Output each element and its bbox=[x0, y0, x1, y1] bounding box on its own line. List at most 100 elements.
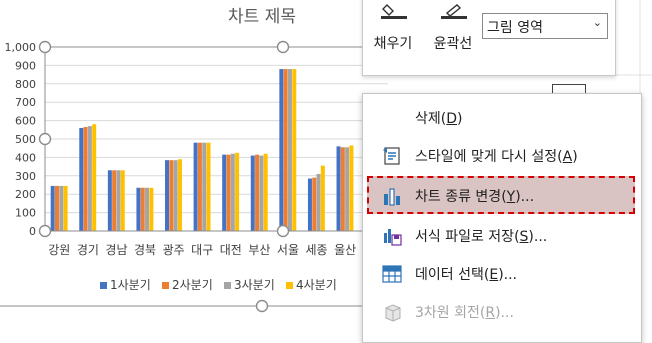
bar-1사분기 bbox=[107, 170, 112, 231]
resize-handle[interactable] bbox=[276, 224, 290, 238]
x-tick-label: 부산 bbox=[248, 243, 270, 257]
x-tick-label: 광주 bbox=[163, 243, 185, 257]
bar-1사분기 bbox=[307, 178, 312, 231]
bar-2사분기 bbox=[226, 154, 231, 231]
y-tick-label: 0 bbox=[29, 225, 36, 238]
x-tick-label: 서울 bbox=[277, 243, 299, 257]
y-tick-label: 300 bbox=[15, 170, 36, 183]
bar-3사분기 bbox=[316, 173, 321, 231]
y-tick-label: 400 bbox=[15, 151, 36, 164]
menu-item-3d-rotation-accel: R bbox=[485, 305, 496, 321]
legend-label: 3사분기 bbox=[234, 278, 275, 292]
menu-item-select-data[interactable]: 데이터 선택(E)... bbox=[363, 254, 641, 292]
legend-label: 4사분기 bbox=[296, 278, 337, 292]
x-tick-label: 대전 bbox=[220, 243, 242, 257]
bar-4사분기 bbox=[177, 159, 182, 231]
bar-4사분기 bbox=[320, 165, 325, 231]
menu-item-change-chart-type-tail: )... bbox=[515, 189, 535, 205]
x-tick-label: 울산 bbox=[334, 243, 356, 257]
bar-2사분기 bbox=[140, 187, 145, 231]
chart-element-dropdown[interactable]: 그림 영역 ⌄ bbox=[482, 13, 608, 39]
legend-swatch bbox=[224, 282, 231, 289]
bar-1사분기 bbox=[165, 160, 170, 231]
y-tick-label: 1,000 bbox=[5, 41, 37, 54]
chart-element-value: 그림 영역 bbox=[487, 20, 543, 36]
legend-label: 2사분기 bbox=[172, 278, 213, 292]
bar-4사분기 bbox=[263, 153, 268, 231]
bar-3사분기 bbox=[230, 153, 235, 231]
menu-item-save-template-tail: )... bbox=[528, 229, 548, 245]
y-tick-label: 200 bbox=[15, 188, 36, 201]
outline-icon bbox=[441, 4, 467, 19]
resize-handle[interactable] bbox=[38, 40, 52, 54]
bar-3사분기 bbox=[202, 142, 207, 231]
bar-4사분기 bbox=[63, 185, 68, 231]
x-tick-label: 경남 bbox=[105, 243, 127, 257]
bar-2사분기 bbox=[255, 154, 260, 231]
bar-2사분기 bbox=[83, 127, 88, 231]
bar-1사분기 bbox=[79, 127, 84, 231]
bar-4사분기 bbox=[292, 69, 297, 231]
bar-3사분기 bbox=[116, 170, 121, 231]
menu-item-3d-rotation-label: 3차원 회전 bbox=[415, 305, 480, 321]
legend-swatch bbox=[100, 282, 107, 289]
menu-item-select-data-tail: )... bbox=[498, 267, 517, 283]
reset-style-icon bbox=[383, 147, 400, 165]
bar-1사분기 bbox=[222, 154, 227, 231]
legend-swatch bbox=[162, 282, 169, 289]
legend-label: 1사분기 bbox=[110, 278, 151, 292]
x-tick-label: 강원 bbox=[48, 243, 70, 257]
bar-3사분기 bbox=[173, 160, 178, 231]
outline-button[interactable]: 윤곽선 bbox=[427, 0, 479, 67]
bar-2사분기 bbox=[340, 147, 345, 231]
resize-handle[interactable] bbox=[38, 132, 52, 146]
bar-3사분기 bbox=[287, 69, 292, 231]
resize-handle[interactable] bbox=[276, 40, 290, 54]
menu-item-delete-tail: ) bbox=[457, 111, 463, 127]
bar-1사분기 bbox=[336, 146, 341, 231]
bar-3사분기 bbox=[259, 155, 264, 231]
bar-4사분기 bbox=[120, 170, 125, 231]
y-tick-label: 100 bbox=[15, 207, 36, 220]
select-data-icon bbox=[382, 265, 402, 283]
outline-label: 윤곽선 bbox=[433, 36, 473, 52]
fill-icon bbox=[381, 4, 407, 19]
bar-3사분기 bbox=[87, 126, 92, 231]
resize-handle[interactable] bbox=[38, 224, 52, 238]
menu-item-3d-rotation[interactable]: 3차원 회전(R)... bbox=[363, 292, 641, 330]
menu-item-save-template[interactable]: 서식 파일로 저장(S)... bbox=[363, 216, 641, 254]
y-tick-label: 600 bbox=[15, 115, 36, 128]
x-tick-label: 경북 bbox=[134, 243, 156, 257]
bar-3사분기 bbox=[345, 147, 350, 231]
bar-2사분기 bbox=[197, 142, 202, 231]
bar-2사분기 bbox=[283, 69, 288, 231]
menu-item-reset-style[interactable]: 스타일에 맞게 다시 설정(A) bbox=[363, 136, 641, 174]
x-tick-label: 대구 bbox=[191, 243, 213, 257]
change-chart-type-icon bbox=[384, 188, 400, 206]
fill-label: 채우기 bbox=[373, 36, 413, 52]
y-tick-label: 900 bbox=[15, 59, 36, 72]
x-tick-label: 경기 bbox=[77, 243, 99, 257]
3d-rotation-icon bbox=[385, 304, 401, 322]
menu-item-select-data-accel: E bbox=[489, 267, 499, 283]
bar-2사분기 bbox=[112, 170, 117, 231]
resize-handle[interactable] bbox=[255, 299, 269, 313]
menu-item-reset-style-label: 스타일에 맞게 다시 설정 bbox=[415, 149, 558, 165]
bar-1사분기 bbox=[136, 187, 141, 231]
menu-item-delete[interactable]: 삭제(D) bbox=[363, 98, 641, 136]
y-tick-label: 500 bbox=[15, 133, 36, 146]
bar-4사분기 bbox=[206, 142, 211, 231]
bar-1사분기 bbox=[250, 155, 255, 231]
context-menu: 삭제(D) 스타일에 맞게 다시 설정(A) 차트 종류 변경(Y)... 서식… bbox=[362, 93, 642, 343]
bar-2사분기 bbox=[54, 185, 59, 231]
bar-4사분기 bbox=[349, 145, 354, 231]
menu-item-change-chart-type[interactable]: 차트 종류 변경(Y)... bbox=[367, 176, 635, 214]
menu-item-delete-accel: D bbox=[446, 111, 458, 127]
menu-item-change-chart-type-label: 차트 종류 변경 bbox=[415, 189, 502, 205]
bar-1사분기 bbox=[279, 69, 284, 231]
bar-4사분기 bbox=[92, 124, 97, 231]
fill-button[interactable]: 채우기 bbox=[367, 0, 419, 67]
chart-title: 차트 제목 bbox=[228, 7, 296, 27]
y-tick-label: 800 bbox=[15, 78, 36, 91]
chevron-down-icon: ⌄ bbox=[592, 16, 602, 29]
